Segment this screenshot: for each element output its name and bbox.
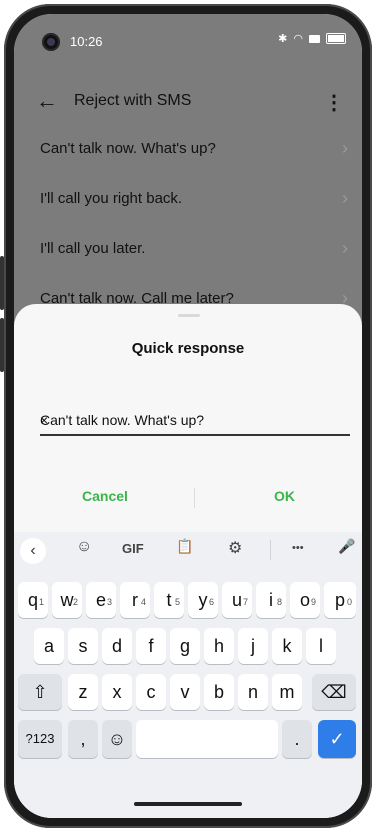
nfc-icon — [309, 34, 320, 43]
key-o[interactable]: o9 — [290, 582, 320, 618]
key-e[interactable]: e3 — [86, 582, 116, 618]
message-item[interactable]: I'll call you later. › — [14, 226, 362, 276]
chevron-right-icon: › — [342, 138, 348, 158]
key-f[interactable]: f — [136, 628, 166, 664]
wifi-icon: ◠ — [293, 33, 303, 45]
emoji-key[interactable]: ☺ — [102, 720, 132, 758]
chevron-right-icon: › — [342, 188, 348, 208]
cancel-button[interactable]: Cancel — [82, 488, 128, 504]
key-a[interactable]: a — [34, 628, 64, 664]
key-j[interactable]: j — [238, 628, 268, 664]
key-number: 6 — [208, 597, 214, 607]
key-n[interactable]: n — [238, 674, 268, 710]
soft-keyboard: ‹ ☺ GIF 📋 ⚙ ••• 🎤 q1 w2 e3 r4 t5 y6 u 7 … — [14, 532, 362, 818]
comma-key[interactable]: , — [68, 720, 98, 758]
key-z[interactable]: z — [68, 674, 98, 710]
key-w[interactable]: w2 — [52, 582, 82, 618]
message-text: I'll call you right back. — [40, 190, 183, 207]
key-number: 9 — [310, 597, 316, 607]
screen: 10:26 ✱ ◠ ← Reject with SMS ⋮ Can't talk… — [14, 14, 362, 818]
key-number: 3 — [106, 597, 112, 607]
more-options-icon[interactable]: ⋮ — [324, 90, 344, 115]
home-indicator[interactable] — [134, 802, 242, 806]
shift-key[interactable]: ⇧ — [18, 674, 62, 710]
back-arrow-icon[interactable]: ← — [36, 88, 58, 114]
key-label: w — [60, 590, 74, 610]
key-number: 5 — [174, 597, 180, 607]
message-text: I'll call you later. — [40, 240, 146, 257]
space-key[interactable] — [136, 720, 278, 758]
drag-handle[interactable] — [178, 314, 200, 317]
key-s[interactable]: s — [68, 628, 98, 664]
status-icons: ✱ ◠ — [278, 32, 346, 45]
period-key[interactable]: . — [282, 720, 312, 758]
front-camera — [42, 33, 60, 51]
enter-key[interactable]: ✓ — [318, 720, 356, 758]
message-text: Can't talk now. What's up? — [40, 140, 216, 157]
battery-icon — [326, 33, 346, 44]
key-d[interactable]: d — [102, 628, 132, 664]
status-bar: 10:26 ✱ ◠ — [14, 14, 362, 54]
key-label: u — [231, 590, 242, 610]
quick-response-dialog: Quick response Can't talk now. What's up… — [14, 304, 362, 818]
key-g[interactable]: g — [170, 628, 200, 664]
gif-icon[interactable]: GIF — [122, 541, 144, 556]
key-label: p — [334, 590, 345, 610]
key-l[interactable]: l — [306, 628, 336, 664]
key-u[interactable]: u7 — [222, 582, 252, 618]
key-label: r — [132, 590, 138, 610]
phone-device: 10:26 ✱ ◠ ← Reject with SMS ⋮ Can't talk… — [0, 0, 376, 832]
bluetooth-icon: ✱ — [278, 33, 288, 45]
page-title: Reject with SMS — [74, 92, 192, 109]
key-number: 8 — [276, 597, 282, 607]
settings-icon[interactable]: ⚙ — [228, 538, 242, 558]
key-number: 1 — [38, 597, 44, 607]
chevron-left-icon[interactable]: ‹ — [20, 538, 46, 564]
key-h[interactable]: h — [204, 628, 234, 664]
status-time: 10:26 — [70, 34, 103, 49]
message-item[interactable]: I'll call you right back. › — [14, 176, 362, 226]
app-bar: ← Reject with SMS ⋮ — [14, 80, 362, 124]
response-input[interactable]: Can't talk now. What's up? × — [40, 412, 350, 436]
key-c[interactable]: c — [136, 674, 166, 710]
key-number: 4 — [140, 597, 146, 607]
symbols-key[interactable]: ?123 — [18, 720, 62, 758]
key-i[interactable]: i8 — [256, 582, 286, 618]
clear-icon[interactable]: × — [40, 412, 344, 428]
key-number: 0 — [346, 597, 352, 607]
key-label: i — [269, 590, 273, 610]
toolbar-divider — [270, 540, 271, 560]
key-t[interactable]: t5 — [154, 582, 184, 618]
key-p[interactable]: p0 — [324, 582, 356, 618]
microphone-icon[interactable]: 🎤 — [338, 538, 355, 555]
button-divider — [194, 488, 195, 508]
message-item[interactable]: Can't talk now. What's up? › — [14, 126, 362, 176]
more-icon[interactable]: ••• — [292, 542, 304, 554]
dialog-buttons: Cancel OK — [14, 484, 362, 512]
clipboard-icon[interactable]: 📋 — [176, 538, 193, 555]
key-y[interactable]: y6 — [188, 582, 218, 618]
key-number: 2 — [72, 597, 78, 607]
key-label: t — [166, 590, 172, 610]
backspace-key[interactable]: ⌫ — [312, 674, 356, 710]
key-m[interactable]: m — [272, 674, 302, 710]
key-q[interactable]: q1 — [18, 582, 48, 618]
keyboard-toolbar: ‹ ☺ GIF 📋 ⚙ ••• 🎤 — [14, 532, 362, 568]
key-b[interactable]: b — [204, 674, 234, 710]
key-r[interactable]: r4 — [120, 582, 150, 618]
key-number: 7 — [242, 597, 248, 607]
key-label: o — [299, 590, 310, 610]
key-label: e — [95, 590, 106, 610]
key-label: q — [27, 590, 38, 610]
key-x[interactable]: x — [102, 674, 132, 710]
key-k[interactable]: k — [272, 628, 302, 664]
ok-button[interactable]: OK — [274, 488, 295, 504]
key-label: y — [198, 590, 208, 610]
key-v[interactable]: v — [170, 674, 200, 710]
sticker-icon[interactable]: ☺ — [76, 538, 92, 556]
dialog-title: Quick response — [131, 340, 245, 357]
chevron-right-icon: › — [342, 238, 348, 258]
